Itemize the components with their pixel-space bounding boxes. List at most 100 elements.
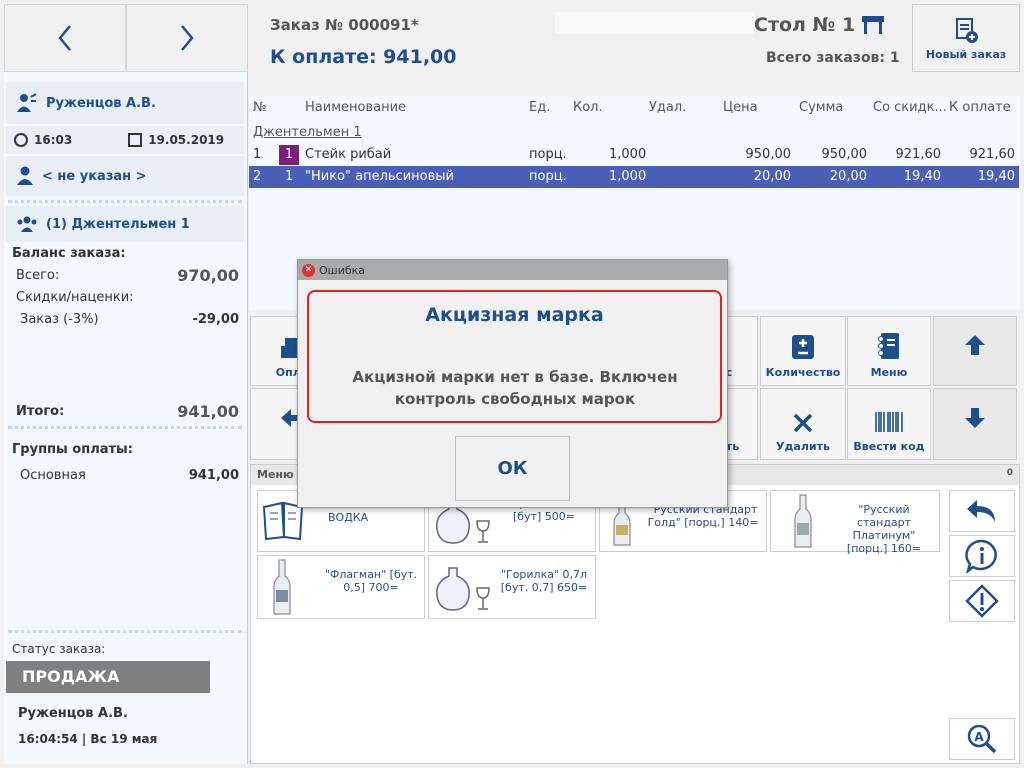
order-sidebar: Руженцов А.В. 16:03 19.05.2019 < не указ… xyxy=(4,72,248,764)
warning-button[interactable] xyxy=(949,580,1015,622)
item-qty: 1,000 xyxy=(609,169,647,184)
pay-group-value: 941,00 xyxy=(188,468,239,483)
col-unit: Ед. xyxy=(529,100,551,115)
ok-button[interactable]: ОК xyxy=(455,436,570,501)
order-header: Заказ № 000091* К оплате: 941,00 Стол № … xyxy=(250,4,910,72)
item-name: Стейк рибай xyxy=(305,147,392,162)
scroll-up-button[interactable] xyxy=(933,316,1017,386)
scroll-down-button[interactable] xyxy=(933,388,1017,460)
forward-button[interactable] xyxy=(126,4,248,72)
search-icon: A xyxy=(967,724,997,754)
product-label: "Флагман" [бут. 0,5] 700= xyxy=(324,568,418,594)
client-row[interactable]: < не указан > xyxy=(6,156,244,196)
error-dialog: ✕ Ошибка Акцизная марка Акцизной марки н… xyxy=(297,259,728,508)
dialog-title: Ошибка xyxy=(319,263,366,277)
enter-code-label: Ввести код xyxy=(853,440,925,453)
waiter-row[interactable]: Руженцов А.В. xyxy=(6,82,244,124)
order-time: 16:03 xyxy=(34,133,73,147)
info-button[interactable] xyxy=(949,535,1015,577)
order-discount-value: -29,00 xyxy=(192,312,239,327)
quantity-button[interactable]: Количество xyxy=(760,316,846,386)
result-label: Итого: xyxy=(16,404,65,419)
product-label: "Русский стандарт Платинум" [порц.] 160= xyxy=(846,503,922,555)
arrow-up-icon xyxy=(965,335,985,355)
pay-groups-label: Группы оплаты: xyxy=(12,442,134,457)
dialog-titlebar: ✕ Ошибка xyxy=(298,260,727,280)
item-sum: 20,00 xyxy=(829,169,867,184)
group-icon xyxy=(17,216,37,232)
product-tile[interactable]: "Флагман" [бут. 0,5] 700= xyxy=(257,555,425,619)
header-field xyxy=(555,12,755,34)
guest-row[interactable]: (1) Джентельмен 1 xyxy=(6,206,244,242)
item-to-pay: 921,60 xyxy=(969,147,1016,162)
col-price: Цена xyxy=(723,100,758,115)
course-badge: 1 xyxy=(279,145,299,165)
guest-name: (1) Джентельмен 1 xyxy=(46,216,190,232)
col-sum: Сумма xyxy=(799,100,844,115)
client-name: < не указан > xyxy=(42,168,147,184)
chevron-right-icon xyxy=(181,25,194,51)
error-message-box: Акцизная марка Акцизной марки нет в базе… xyxy=(307,290,722,423)
menu-panel-count: 0 xyxy=(1006,468,1013,478)
course-number: 1 xyxy=(285,169,294,184)
total-value: 970,00 xyxy=(177,266,239,285)
footer-time: 16:04:54 | Вс 19 мая xyxy=(18,732,158,746)
order-date: 19.05.2019 xyxy=(148,133,225,147)
user-icon xyxy=(17,166,33,185)
item-price: 950,00 xyxy=(745,147,792,162)
close-icon xyxy=(793,413,813,433)
waiter-name: Руженцов А.В. xyxy=(46,95,156,111)
decanter-icon xyxy=(436,567,490,611)
footer-user: Руженцов А.В. xyxy=(18,706,128,721)
item-unit: порц. xyxy=(529,147,567,162)
pay-group-name: Основная xyxy=(20,468,86,483)
divider xyxy=(8,200,242,203)
col-discounted: Со скидк... xyxy=(873,100,947,115)
col-number: № xyxy=(253,100,267,115)
item-price: 20,00 xyxy=(753,169,791,184)
new-order-button[interactable]: Новый заказ xyxy=(912,4,1020,72)
table-row[interactable]: 1 1 Стейк рибай порц. 1,000 950,00 950,0… xyxy=(249,144,1019,166)
waiter-icon xyxy=(17,93,37,112)
discounts-label: Скидки/наценки: xyxy=(16,290,134,305)
status-badge: ПРОДАЖА xyxy=(6,661,210,693)
clock-icon xyxy=(14,133,28,147)
item-qty: 1,000 xyxy=(609,147,647,162)
menu-button[interactable]: Меню xyxy=(847,316,931,386)
table-row-selected[interactable]: 2 1 "Нико" апельсиновый порц. 1,000 20,0… xyxy=(249,166,1019,188)
delete-button[interactable]: Удалить xyxy=(760,388,846,460)
divider xyxy=(8,426,242,429)
total-orders: Всего заказов: 1 xyxy=(766,50,900,66)
col-to-pay: К оплате xyxy=(949,100,1011,115)
calendar-icon xyxy=(128,133,143,147)
order-discount-label: Заказ (-3%) xyxy=(20,312,99,327)
search-button[interactable]: A xyxy=(949,718,1015,760)
quantity-label: Количество xyxy=(765,366,841,379)
item-unit: порц. xyxy=(529,169,567,184)
item-discounted: 19,40 xyxy=(903,169,941,184)
product-label: "Горилка" 0,7л [бут. 0,7] 650= xyxy=(500,568,588,594)
guest-group-label[interactable]: Джентельмен 1 xyxy=(253,125,362,140)
row-number: 2 xyxy=(253,169,262,184)
warning-icon xyxy=(965,584,999,618)
product-tile[interactable]: "Горилка" 0,7л [бут. 0,7] 650= xyxy=(428,555,596,619)
back-button[interactable] xyxy=(4,4,126,72)
enter-code-button[interactable]: Ввести код xyxy=(847,388,931,460)
balance-title: Баланс заказа: xyxy=(12,246,126,261)
undo-button[interactable] xyxy=(949,490,1015,532)
menu-label: Меню xyxy=(870,366,908,379)
new-order-icon xyxy=(956,17,978,43)
product-tile[interactable]: "Русский стандарт Платинум" [порц.] 160= xyxy=(770,490,940,555)
item-discounted: 921,60 xyxy=(895,147,942,162)
col-qty: Кол. xyxy=(573,100,603,115)
amount-due: К оплате: 941,00 xyxy=(270,46,457,68)
table-number: Стол № 1 xyxy=(754,14,856,36)
info-icon xyxy=(965,539,997,573)
error-icon: ✕ xyxy=(302,263,315,277)
result-value: 941,00 xyxy=(177,402,239,421)
delete-label: Удалить xyxy=(776,440,830,453)
item-to-pay: 19,40 xyxy=(977,169,1015,184)
total-label: Всего: xyxy=(16,268,60,283)
plus-box-icon xyxy=(792,335,814,359)
col-name: Наименование xyxy=(305,100,407,115)
